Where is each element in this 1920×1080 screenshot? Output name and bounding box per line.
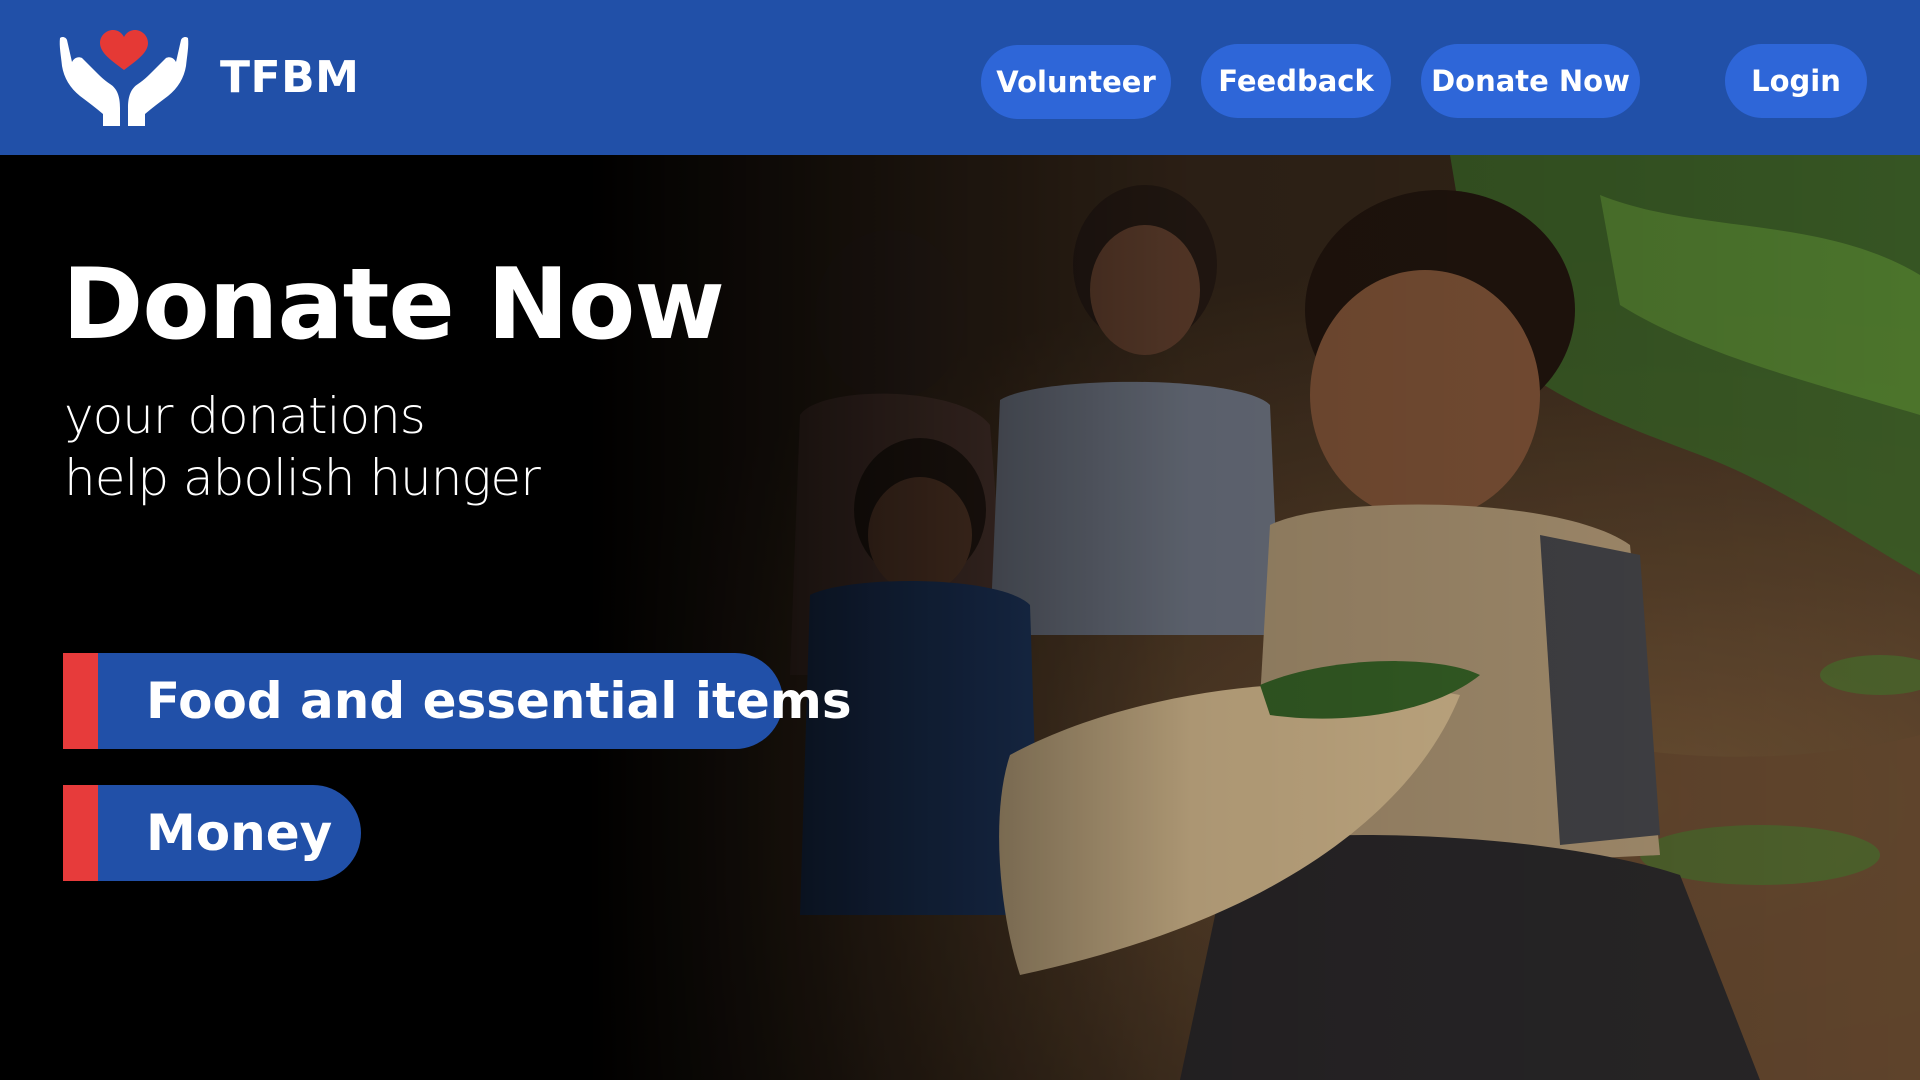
hero-title: Donate Now [62,248,725,362]
hero-subtitle-line-2: help abolish hunger [64,449,541,507]
donate-money-label[interactable]: Money [98,785,361,881]
volunteer-button[interactable]: Volunteer [981,45,1171,119]
brand-name[interactable]: TFBM [220,50,359,106]
option-accent-bar [63,785,98,881]
feedback-button[interactable]: Feedback [1201,44,1391,118]
donate-now-button[interactable]: Donate Now [1421,44,1640,118]
donate-food-option[interactable]: Food and essential items [63,653,852,749]
donate-food-label[interactable]: Food and essential items [98,653,852,749]
top-navbar: TFBM Volunteer Feedback Donate Now Login [0,0,1920,155]
donate-money-option[interactable]: Money [63,785,361,881]
option-accent-bar [63,653,98,749]
hands-holding-heart-icon[interactable] [56,28,192,128]
login-button[interactable]: Login [1725,44,1867,118]
hero-subtitle-line-1: your donations [64,387,426,445]
hero-subtitle: your donations help abolish hunger [64,385,541,509]
